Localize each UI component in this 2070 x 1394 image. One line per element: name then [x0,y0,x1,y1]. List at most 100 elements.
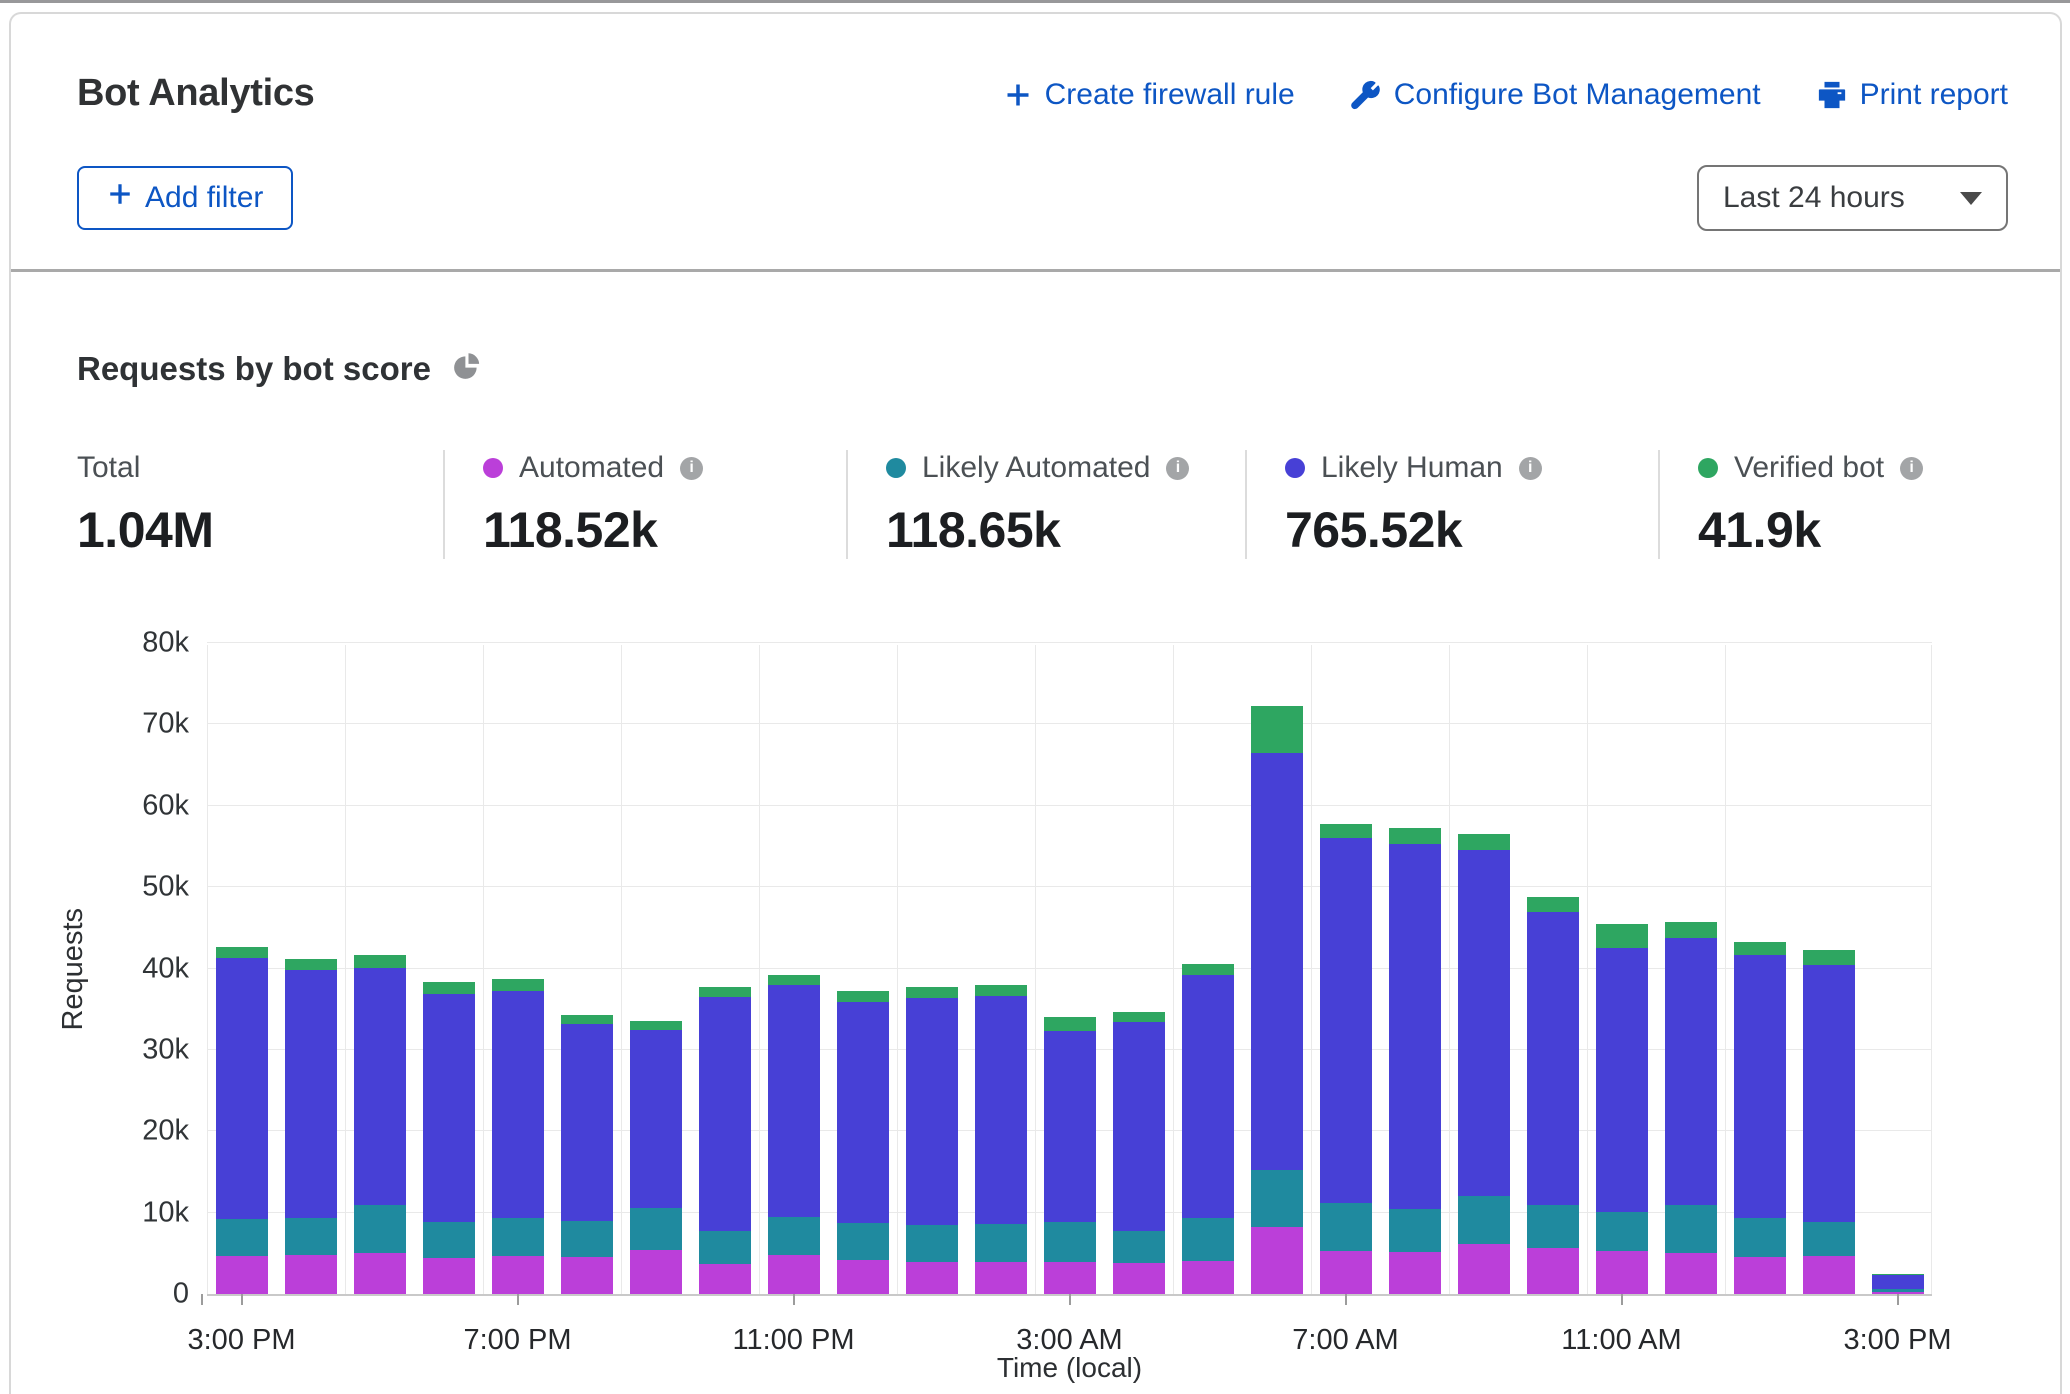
bar-segment-automated [1389,1252,1441,1294]
card-header: Bot Analytics Create firewall rule Confi… [11,14,2060,269]
stat-value: 41.9k [1698,501,2008,559]
chevron-down-icon [1960,192,1982,205]
bar-700am [1320,824,1372,1294]
bar-segment-automated [1458,1244,1510,1295]
stat-label: Verified bot [1734,451,1884,485]
stat-block: Likely Humani765.52k [1245,450,1658,559]
bar-segment-likely-human [768,985,820,1217]
bar-segment-likely-automated [1113,1231,1165,1263]
stat-value: 118.65k [886,501,1245,559]
y-tick-label: 0 [173,1278,189,1311]
y-tick-label: 20k [142,1115,189,1148]
info-icon[interactable]: i [1900,457,1923,480]
x-tick-label: 11:00 AM [1561,1324,1681,1357]
bar-segment-verified-bot [1458,834,1510,850]
v-gridline [759,645,760,1294]
bar-segment-verified-bot [1665,922,1717,938]
bar-segment-likely-human [975,996,1027,1224]
stat-block: Likely Automatedi118.65k [846,450,1245,559]
print-report-link[interactable]: Print report [1817,78,2008,112]
bar-segment-automated [768,1255,820,1294]
v-gridline [1311,645,1312,1294]
x-tick-label: 7:00 PM [464,1324,572,1357]
bar-segment-verified-bot [285,959,337,970]
bar-segment-likely-human [354,968,406,1205]
bar-100pm [1734,942,1786,1294]
header-actions: Create firewall rule Configure Bot Manag… [1004,78,2008,112]
v-gridline [345,645,346,1294]
action-label: Configure Bot Management [1394,78,1761,112]
bar-segment-verified-bot [354,955,406,968]
bar-segment-verified-bot [1044,1017,1096,1032]
stat-label: Total [77,451,140,485]
bar-segment-automated [1182,1261,1234,1294]
bar-segment-automated [837,1260,889,1294]
bar-segment-likely-automated [1182,1218,1234,1261]
stat-block: Total1.04M [77,450,443,559]
bar-segment-automated [1320,1251,1372,1294]
configure-bot-management-link[interactable]: Configure Bot Management [1351,78,1761,112]
bar-segment-likely-human [1803,965,1855,1222]
bar-1000am [1527,897,1579,1294]
bar-segment-likely-automated [1320,1203,1372,1251]
bar-segment-likely-human [1389,844,1441,1209]
bar-300am [1044,1017,1096,1294]
bar-segment-verified-bot [1734,942,1786,955]
x-tick-mark [241,1294,243,1305]
bar-segment-likely-human [1458,850,1510,1196]
bar-1000pm [699,987,751,1294]
bar-segment-likely-automated [906,1225,958,1262]
wrench-icon [1351,80,1381,110]
bar-segment-verified-bot [837,991,889,1002]
x-tick-mark [1897,1294,1899,1305]
stat-label: Automated [519,451,664,485]
bar-segment-verified-bot [768,975,820,985]
legend-dot [1285,458,1305,478]
bar-segment-automated [1113,1263,1165,1294]
bar-segment-likely-human [561,1024,613,1221]
bar-segment-likely-human [1734,955,1786,1219]
bar-segment-verified-bot [699,987,751,997]
bar-segment-likely-automated [285,1218,337,1255]
plus-icon [107,181,133,215]
info-icon[interactable]: i [680,457,703,480]
bar-segment-likely-automated [354,1205,406,1253]
bar-segment-likely-human [630,1030,682,1207]
pie-chart-icon [451,352,481,387]
bar-400pm [285,959,337,1294]
bar-segment-likely-automated [1044,1222,1096,1263]
stat-label-row: Automated i [483,450,846,486]
bar-segment-likely-automated [423,1222,475,1259]
bar-segment-automated [216,1256,268,1294]
v-gridline [483,645,484,1294]
bar-segment-likely-human [906,998,958,1225]
bar-segment-automated [1665,1253,1717,1295]
info-icon[interactable]: i [1519,457,1542,480]
bar-segment-verified-bot [1803,950,1855,965]
bar-500am [1182,964,1234,1294]
time-range-select[interactable]: Last 24 hours [1697,165,2008,231]
x-tick-label: 3:00 PM [1844,1324,1952,1357]
y-tick-label: 50k [142,871,189,904]
add-filter-button[interactable]: Add filter [77,166,293,230]
bar-segment-automated [561,1257,613,1294]
bar-segment-likely-automated [768,1217,820,1255]
requests-chart: Requests Time (local) 010k20k30k40k50k60… [77,645,2008,1296]
bar-segment-likely-automated [216,1219,268,1256]
bar-1200am [837,991,889,1294]
legend-dot [886,458,906,478]
bar-segment-verified-bot [630,1021,682,1030]
bar-segment-likely-human [699,997,751,1231]
info-icon[interactable]: i [1166,457,1189,480]
h-gridline [207,805,1932,806]
create-firewall-rule-link[interactable]: Create firewall rule [1004,78,1295,112]
v-gridline [1587,645,1588,1294]
bar-segment-verified-bot [1113,1012,1165,1023]
bar-segment-likely-human [837,1002,889,1223]
legend-dot [1698,458,1718,478]
bar-segment-automated [1527,1248,1579,1294]
plot-area: Requests Time (local) 010k20k30k40k50k60… [207,645,1932,1296]
bar-segment-verified-bot [216,947,268,958]
x-tick-mark [517,1294,519,1305]
bar-segment-likely-human [1320,838,1372,1203]
